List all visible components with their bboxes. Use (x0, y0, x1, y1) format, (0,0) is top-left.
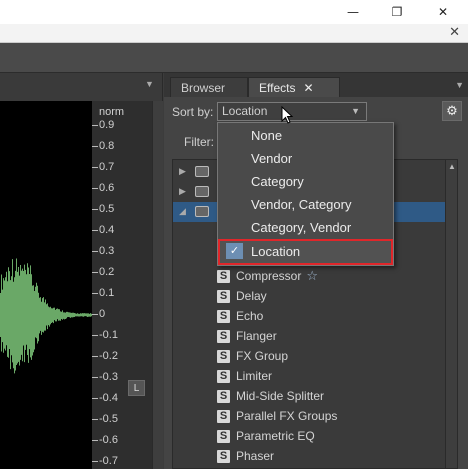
dropdown-option-location-label: Location (251, 244, 301, 259)
effect-icon: S (217, 309, 230, 323)
gear-icon: ⚙ (446, 103, 458, 119)
waveform-graphic (0, 258, 92, 374)
amplitude-tick: 0.8 (92, 140, 114, 152)
amplitude-tick: -0.3 (92, 371, 118, 383)
amplitude-tick: -0.7 (92, 455, 118, 467)
amplitude-tick: -0.5 (92, 413, 118, 425)
panel-menu-arrow-icon[interactable]: ▼ (455, 80, 464, 90)
maximize-button[interactable]: ❐ (374, 0, 420, 24)
amplitude-tick: -0.6 (92, 434, 118, 446)
menu-bar: ✕ (0, 24, 468, 43)
effect-list-item[interactable]: S Echo (217, 306, 437, 326)
favorite-star-icon[interactable]: ☆ (306, 269, 318, 284)
panel-menu-arrow-icon[interactable]: ▼ (145, 79, 154, 89)
effect-icon: S (217, 269, 230, 283)
channel-button[interactable]: L (128, 380, 145, 396)
amplitude-tick: -0.1 (92, 329, 118, 341)
effect-icon: S (217, 289, 230, 303)
collapse-arrow-icon[interactable]: ◢ (179, 206, 186, 217)
amplitude-tick: 0.7 (92, 161, 114, 173)
tree-scrollbar[interactable]: ▲ (445, 160, 457, 468)
effect-icon: S (217, 349, 230, 363)
amplitude-tick: 0.4 (92, 224, 114, 236)
waveform-display[interactable] (0, 101, 92, 469)
sort-row: Sort by: Location ▼ (164, 101, 468, 123)
effect-list-item[interactable]: S Phaser (217, 446, 437, 466)
waveform-panel: ▼ 0.9 0.8 0.7 0.6 0.5 0.4 0.3 0.2 0.1 0 -0.1 -0.2 -0… (0, 73, 163, 469)
sort-dropdown-menu: None Vendor Category Vendor, Category Ca… (217, 122, 394, 266)
amplitude-tick: 0.9 (92, 119, 114, 131)
effect-list-item[interactable]: S Parametric EQ (217, 426, 437, 446)
effect-list-item[interactable]: S Parallel FX Groups (217, 406, 437, 426)
amplitude-tick: 0 (92, 308, 105, 320)
close-document-icon[interactable]: ✕ (449, 25, 460, 40)
effect-list-item[interactable]: S Limiter (217, 366, 437, 386)
dropdown-option-vendor-category[interactable]: Vendor, Category (218, 193, 393, 216)
title-bar: — ❐ ✕ (0, 0, 468, 24)
settings-button[interactable]: ⚙ (442, 101, 462, 121)
effect-icon: S (217, 429, 230, 443)
effect-icon: S (217, 409, 230, 423)
effect-icon: S (217, 389, 230, 403)
expand-arrow-icon[interactable]: ▶ (179, 186, 186, 197)
amplitude-tick: 0.2 (92, 266, 114, 278)
chevron-down-icon: ▼ (351, 106, 360, 116)
minimize-icon: — (347, 5, 359, 19)
close-icon: ✕ (437, 5, 449, 19)
sort-select-value: Location (222, 104, 268, 118)
amplitude-tick: -0.4 (92, 392, 118, 404)
restore-icon: ❐ (391, 5, 403, 19)
toolbar (0, 43, 468, 73)
amplitude-tick: -0.2 (92, 350, 118, 362)
dropdown-option-category-vendor[interactable]: Category, Vendor (218, 216, 393, 239)
tab-bar: Browser Effects ✕ ▼ (164, 73, 468, 97)
sort-label: Sort by: (172, 105, 214, 119)
effect-icon: S (217, 449, 230, 463)
effect-label: Parallel FX Groups (236, 409, 338, 423)
tab-effects-label: Effects (259, 80, 296, 95)
unit-label: norm (99, 106, 125, 118)
folder-icon (195, 166, 209, 177)
effect-label: Phaser (236, 449, 275, 463)
dropdown-option-none[interactable]: None (218, 124, 393, 147)
tab-browser-label: Browser (181, 80, 226, 95)
dropdown-option-vendor[interactable]: Vendor (218, 147, 393, 170)
amplitude-tick: 0.1 (92, 287, 114, 299)
effect-list-item[interactable]: S Delay (217, 286, 437, 306)
mouse-cursor-icon (281, 106, 294, 124)
effect-list-item[interactable]: S Compressor ☆ (217, 266, 437, 286)
effect-label: Limiter (236, 369, 273, 383)
amplitude-scale: 0.9 0.8 0.7 0.6 0.5 0.4 0.3 0.2 0.1 0 -0.1 -0.2 -0.3… (92, 101, 152, 469)
amplitude-tick: 0.6 (92, 182, 114, 194)
amplitude-tick: 0.5 (92, 203, 114, 215)
dropdown-option-location[interactable]: ✓ Location (218, 239, 393, 265)
scroll-up-icon[interactable]: ▲ (448, 162, 456, 171)
effect-label: Echo (236, 309, 264, 323)
open-folder-icon (195, 206, 209, 217)
folder-icon (195, 186, 209, 197)
effect-icon: S (217, 329, 230, 343)
effect-label: Parametric EQ (236, 429, 315, 443)
effect-label: Compressor (236, 269, 302, 283)
amplitude-tick: 0.3 (92, 245, 114, 257)
filter-label: Filter: (184, 135, 214, 149)
close-tab-icon[interactable]: ✕ (303, 81, 313, 95)
checkmark-icon: ✓ (226, 243, 243, 259)
effect-label: FX Group (236, 349, 289, 363)
tab-browser[interactable]: Browser (170, 77, 248, 97)
effect-label: Mid-Side Splitter (236, 389, 325, 403)
vertical-scrollbar[interactable] (152, 101, 163, 469)
dropdown-option-category[interactable]: Category (218, 170, 393, 193)
expand-arrow-icon[interactable]: ▶ (179, 166, 186, 177)
close-window-button[interactable]: ✕ (420, 0, 466, 24)
effect-list-item[interactable]: S FX Group (217, 346, 437, 366)
minimize-button[interactable]: — (330, 0, 376, 24)
effect-label: Delay (236, 289, 267, 303)
effect-icon: S (217, 369, 230, 383)
effect-list-item[interactable]: S Flanger (217, 326, 437, 346)
tab-effects[interactable]: Effects ✕ (248, 77, 340, 97)
effect-label: Flanger (236, 329, 277, 343)
effect-list-item[interactable]: S Mid-Side Splitter (217, 386, 437, 406)
